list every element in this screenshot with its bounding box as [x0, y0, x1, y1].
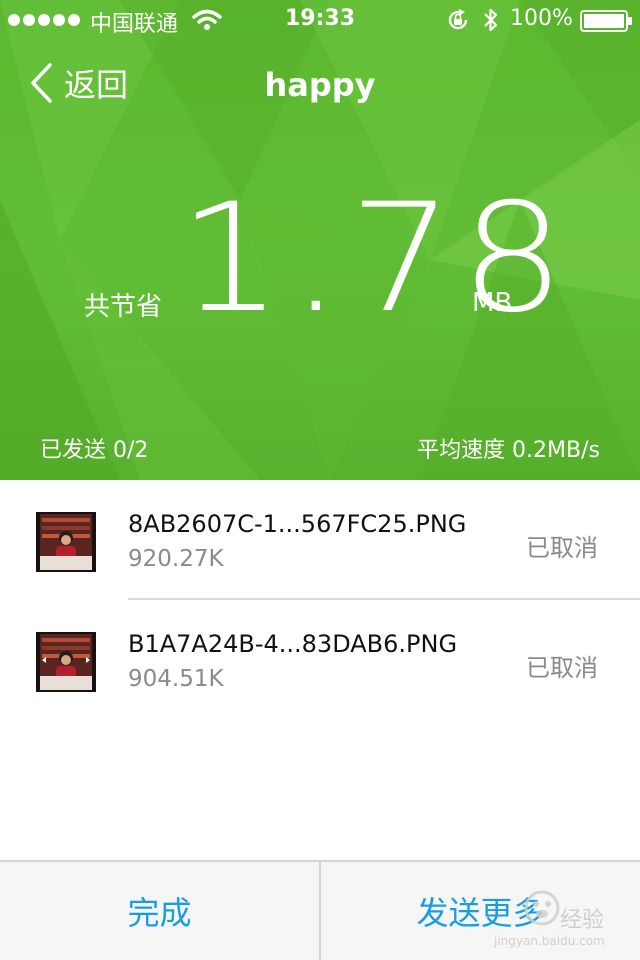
- file-status: 已取消: [526, 654, 598, 682]
- average-speed: 平均速度 0.2MB/s: [417, 438, 600, 463]
- status-bar: 中国联通 19:33 100%: [0, 0, 640, 40]
- file-name: 8AB2607C-1...567FC25.PNG: [128, 510, 467, 538]
- file-status: 已取消: [526, 534, 598, 562]
- rotation-lock-icon: [448, 9, 468, 30]
- battery-percentage: 100%: [510, 6, 573, 31]
- saved-label: 共节省: [84, 292, 163, 322]
- battery-icon: [580, 10, 632, 32]
- watermark-text: 经验: [560, 908, 605, 933]
- file-thumbnail: [36, 632, 96, 692]
- file-size: 920.27K: [128, 546, 224, 572]
- sent-count: 已发送 0/2: [40, 438, 149, 463]
- file-list: 8AB2607C-1...567FC25.PNG 920.27K 已取消 B1A…: [0, 480, 640, 720]
- watermark-url: jingyan.baidu.com: [494, 934, 605, 948]
- file-name: B1A7A24B-4...83DAB6.PNG: [128, 630, 458, 658]
- page-title: happy: [264, 66, 376, 104]
- file-size: 904.51K: [128, 666, 224, 692]
- header-panel: 中国联通 19:33 100% 返回 happy 共节省 1.78 MB 已发送…: [0, 0, 640, 480]
- list-item[interactable]: 8AB2607C-1...567FC25.PNG 920.27K 已取消: [0, 480, 640, 600]
- saved-amount: 1.78: [178, 172, 572, 346]
- list-item[interactable]: B1A7A24B-4...83DAB6.PNG 904.51K 已取消: [0, 600, 640, 720]
- file-thumbnail: [36, 512, 96, 572]
- saved-unit: MB: [472, 288, 513, 318]
- done-button[interactable]: 完成: [0, 862, 319, 960]
- bluetooth-icon: [484, 8, 498, 32]
